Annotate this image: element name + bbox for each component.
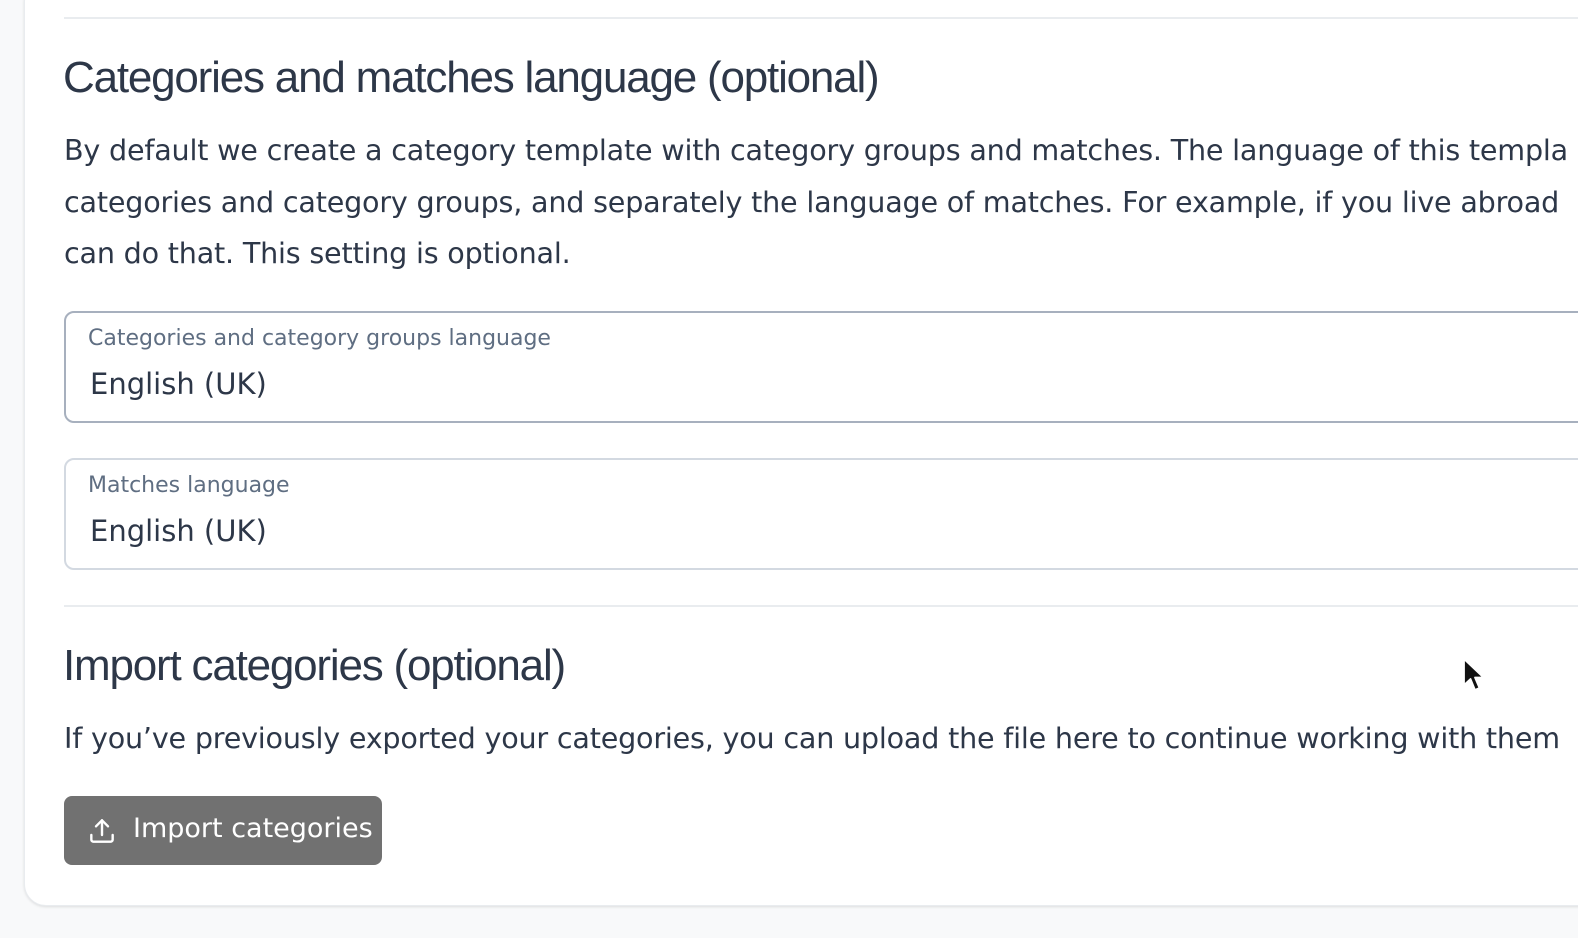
- import-description-line: If you’ve previously exported your categ…: [64, 721, 1560, 755]
- upload-icon: [90, 819, 114, 843]
- category-language-label: Categories and category groups language: [88, 326, 551, 351]
- mouse-cursor-icon: [1463, 658, 1485, 691]
- language-section-title: Categories and matches language (optiona…: [63, 53, 880, 102]
- import-section-title: Import categories (optional): [63, 641, 566, 690]
- category-language-select[interactable]: Categories and category groups language …: [64, 311, 1578, 423]
- matches-language-label: Matches language: [88, 473, 290, 498]
- import-categories-label: Import categories: [133, 813, 373, 844]
- section-divider-import: [64, 605, 1578, 607]
- import-categories-button[interactable]: Import categories: [64, 796, 382, 865]
- category-language-value: English (UK): [90, 367, 267, 401]
- description-line-2: categories and category groups, and sepa…: [64, 184, 1560, 219]
- section-divider-top: [64, 17, 1578, 19]
- description-line-3: can do that. This setting is optional.: [64, 236, 571, 270]
- description-line-1: By default we create a category template…: [64, 133, 1568, 167]
- language-section-description: By default we create a category template…: [64, 125, 1578, 280]
- import-section-description: If you’ve previously exported your categ…: [64, 713, 1578, 765]
- matches-language-value: English (UK): [90, 514, 267, 548]
- matches-language-select[interactable]: Matches language English (UK): [64, 458, 1578, 570]
